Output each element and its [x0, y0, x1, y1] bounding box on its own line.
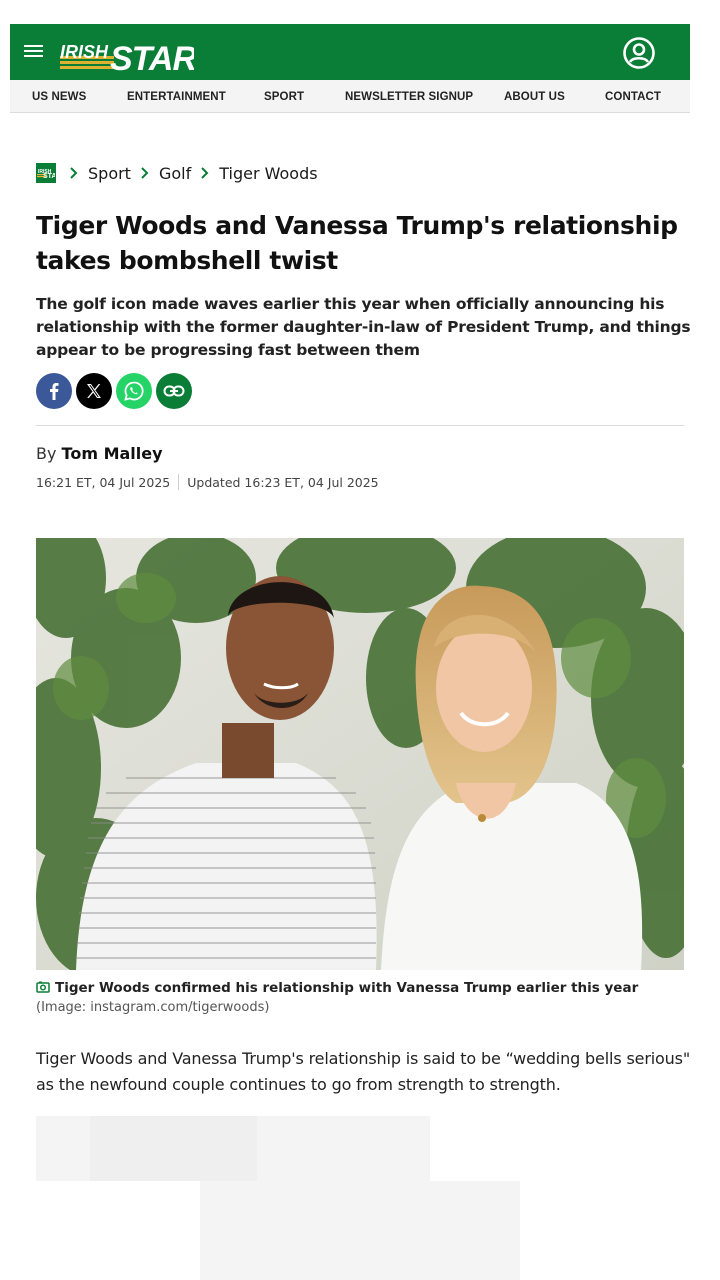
share-whatsapp-button[interactable] [116, 373, 152, 409]
ad-placeholder [90, 1116, 257, 1181]
chevron-right-icon [201, 167, 209, 179]
image-credit: (Image: instagram.com/tigerwoods) [36, 1000, 270, 1015]
breadcrumb: IRISH STAR Sport Golf Tiger Woods [36, 162, 322, 184]
nav-item-us-news[interactable]: US NEWS [32, 91, 86, 103]
top-nav: US NEWS ENTERTAINMENT SPORT NEWSLETTER S… [10, 80, 690, 113]
facebook-icon [50, 383, 59, 400]
caption-text: Tiger Woods confirmed his relationship w… [55, 980, 639, 996]
breadcrumb-sport[interactable]: Sport [88, 164, 131, 183]
author-link[interactable]: Tom Malley [62, 444, 163, 463]
chevron-right-icon [141, 167, 149, 179]
chevron-right-icon [70, 167, 78, 179]
article-paragraph: Tiger Woods and Vanessa Trump's relation… [36, 1049, 691, 1094]
ad-placeholder [200, 1181, 520, 1280]
nav-item-contact[interactable]: CONTACT [605, 91, 661, 103]
x-icon [87, 384, 101, 398]
article-standfirst: The golf icon made waves earlier this ye… [36, 295, 691, 359]
nav-item-entertainment[interactable]: ENTERTAINMENT [127, 91, 226, 103]
nav-item-sport[interactable]: SPORT [264, 91, 304, 103]
share-facebook-button[interactable] [36, 373, 72, 409]
article-headline: Tiger Woods and Vanessa Trump's relation… [36, 211, 678, 275]
breadcrumb-tiger-woods[interactable]: Tiger Woods [219, 164, 317, 183]
share-bar [36, 373, 192, 409]
hamburger-icon-line [24, 45, 43, 47]
share-x-button[interactable] [76, 373, 112, 409]
camera-icon [36, 981, 50, 993]
article-hero-image[interactable] [36, 538, 684, 970]
star-logo-icon: IRISH STAR [37, 169, 55, 179]
logo-star: STAR [110, 40, 194, 74]
share-copy-link-button[interactable] [156, 373, 192, 409]
account-button[interactable] [622, 36, 656, 70]
logo-star: STAR [43, 173, 55, 179]
site-header: IRISH STAR [10, 24, 690, 80]
hamburger-icon-line [24, 55, 43, 57]
couple-photo [36, 538, 684, 970]
image-caption: Tiger Woods confirmed his relationship w… [36, 979, 686, 1017]
breadcrumb-golf[interactable]: Golf [159, 164, 191, 183]
menu-button[interactable] [24, 43, 44, 59]
nav-item-newsletter-signup[interactable]: NEWSLETTER SIGNUP [345, 91, 473, 103]
irish-star-logo[interactable]: IRISH STAR [58, 30, 198, 78]
nav-item-about-us[interactable]: ABOUT US [504, 91, 565, 103]
divider [36, 425, 684, 426]
whatsapp-icon [124, 381, 144, 401]
breadcrumb-home-logo[interactable]: IRISH STAR [36, 163, 56, 183]
date-separator [178, 474, 180, 490]
user-circle-icon [623, 37, 655, 69]
byline: By Tom Malley [36, 444, 163, 463]
published-time: 16:21 ET, 04 Jul 2025 [36, 474, 171, 490]
hamburger-icon-line [24, 50, 43, 52]
logo-irish: IRISH [60, 42, 109, 62]
updated-time: Updated 16:23 ET, 04 Jul 2025 [187, 474, 379, 490]
byline-prefix: By [36, 444, 57, 463]
article-dates: 16:21 ET, 04 Jul 2025 Updated 16:23 ET, … [36, 474, 379, 490]
link-icon [163, 385, 185, 397]
